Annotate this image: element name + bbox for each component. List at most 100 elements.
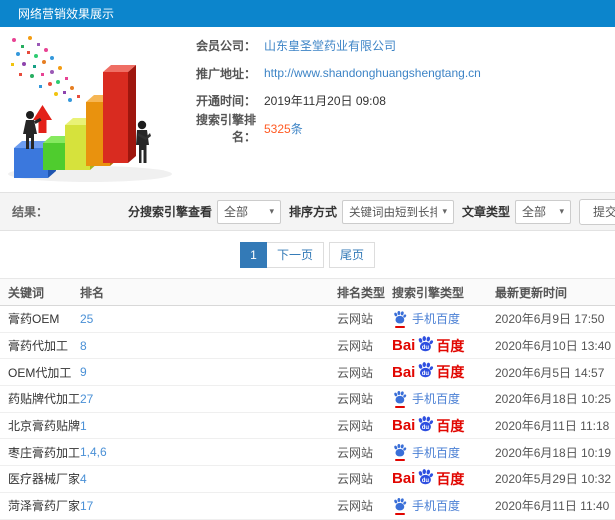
rank-type-cell: 云网站 [337,339,374,354]
engine-label: 手机百度 [412,312,461,327]
filter-bar: 结果： 分搜索引擎查看 全部 ▾ 排序方式 关键词由短到长排序 ▾ 文章类型 全… [0,192,615,231]
engine-rank-value: 5325条 [264,120,303,137]
company-info-list: 会员公司： 山东皇圣堂药业有限公司 推广地址： http://www.shand… [176,27,615,144]
keyword-cell: 北京膏药贴牌 [8,419,81,434]
table-row: OEM代加工 9 云网站 Bai du 百度 2020年6月5日 14:57 [0,359,615,387]
baidu-paw-icon: du [419,335,434,351]
baidu-paw-icon [392,390,407,408]
rank-link[interactable]: 27 [80,392,93,406]
engine-filter-label: 分搜索引擎查看 [127,205,212,219]
baidu-logo-text: Bai [392,417,416,435]
baidu-paw-icon: du [419,415,434,431]
keyword-cell: 药贴牌代加工 [8,392,81,407]
baidu-paw-icon [392,310,407,328]
rank-link[interactable]: 1 [80,419,87,433]
table-row: 北京膏药贴牌 1 云网站 Bai du 百度 2020年6月11日 11:18 [0,412,615,440]
rank-link[interactable]: 1,4,6 [80,445,107,459]
caret-down-icon: ▾ [269,206,274,216]
sort-filter-select[interactable]: 关键词由短到长排序 ▾ [341,199,454,224]
keyword-cell: 膏药OEM [8,312,60,327]
rank-link[interactable]: 4 [80,472,87,486]
updated-cell: 2020年6月10日 13:40 [495,339,612,354]
mobile-baidu-badge[interactable]: 手机百度 [392,310,460,328]
baidu-logo-text: Bai [392,337,416,355]
col-updated: 最新更新时间 [495,285,568,300]
keyword-cell: 膏药代加工 [8,339,69,354]
baidu-paw-icon [392,497,407,515]
page-title: 网络营销效果展示 [18,7,115,21]
article-type-value: 全部 [522,205,547,219]
baidu-logo-text: Bai [392,363,416,381]
rank-link[interactable]: 25 [80,312,93,326]
mobile-baidu-badge[interactable]: 手机百度 [392,497,460,515]
baidu-badge[interactable]: Bai du 百度 [392,469,464,489]
svg-text:du: du [422,371,430,377]
table-header-row: 关键词 排名 排名类型 搜索引擎类型 最新更新时间 [0,278,615,306]
baidu-logo-text: Bai [392,470,416,488]
baidu-paw-icon [392,443,407,462]
pagination: 1 下一页 尾页 [0,231,615,278]
bar-red [103,65,136,163]
engine-filter-select[interactable]: 全部 ▾ [216,199,281,224]
updated-cell: 2020年6月11日 11:40 [495,499,610,514]
baidu-paw-icon: du [419,362,434,378]
member-company-link[interactable]: 山东皇圣堂药业有限公司 [264,37,396,54]
table-row: 医疗器械厂家 4 云网站 Bai du 百度 2020年5月29日 10:32 [0,466,615,493]
mobile-baidu-badge[interactable]: 手机百度 [392,443,461,462]
table-row: 膏药代加工 8 云网站 Bai du 百度 2020年6月10日 13:40 [0,332,615,360]
filter-controls: 分搜索引擎查看 全部 ▾ 排序方式 关键词由短到长排序 ▾ 文章类型 全部 ▾ … [120,198,615,225]
article-type-label: 文章类型 [461,205,510,219]
table-row: 药贴牌代加工 27 云网站 手机百度 2020年6月18日 10:25 [0,386,615,413]
rank-type-cell: 云网站 [337,392,374,407]
baidu-badge[interactable]: Bai du 百度 [392,415,465,436]
member-company-row: 会员公司： 山东皇圣堂药业有限公司 [176,32,615,60]
rank-type-cell: 云网站 [337,472,374,487]
rank-link[interactable]: 8 [80,339,87,353]
mobile-baidu-badge[interactable]: 手机百度 [392,390,460,408]
keyword-cell: 枣庄膏药加工 [8,445,81,460]
last-page-button[interactable]: 尾页 [329,241,376,268]
engine-label: 手机百度 [412,499,461,514]
baidu-logo-name: 百度 [436,364,465,381]
sort-filter-value: 关键词由短到长排序 [348,206,438,219]
keyword-rank-table: 关键词 排名 排名类型 搜索引擎类型 最新更新时间 膏药OEM 25 云网站 手… [0,278,615,520]
engine-filter-value: 全部 [223,205,248,219]
col-keyword: 关键词 [8,285,45,300]
rank-unit: 条 [290,121,303,136]
baidu-badge[interactable]: Bai du 百度 [392,335,465,356]
svg-text:du: du [422,478,430,484]
baidu-logo-name: 百度 [436,417,465,434]
col-rank: 排名 [80,285,105,300]
baidu-logo-name: 百度 [436,337,465,354]
company-info-section: 会员公司： 山东皇圣堂药业有限公司 推广地址： http://www.shand… [0,27,615,192]
table-row: 膏药OEM 25 云网站 手机百度 2020年6月9日 17:50 [0,306,615,333]
next-page-button[interactable]: 下一页 [266,241,324,268]
updated-cell: 2020年6月9日 17:50 [495,312,605,327]
result-label: 结果： [12,205,49,219]
page-1-button[interactable]: 1 [239,241,267,268]
rank-link[interactable]: 9 [80,365,87,379]
col-engine-type: 搜索引擎类型 [392,285,465,300]
table-row: 枣庄膏药加工 1,4,6 云网站 手机百度 2020年6月18日 10:19 [0,439,615,467]
rank-count: 5325 [264,121,291,136]
keyword-cell: OEM代加工 [8,365,72,380]
engine-label: 手机百度 [412,445,461,460]
baidu-badge[interactable]: Bai du 百度 [392,362,464,382]
updated-cell: 2020年6月18日 10:25 [495,392,612,407]
article-type-select[interactable]: 全部 ▾ [515,199,571,224]
svg-text:du: du [422,425,430,431]
open-time-value: 2019年11月20日 09:08 [264,94,386,109]
rank-type-cell: 云网站 [337,445,374,460]
baidu-paw-icon: du [419,469,434,485]
businessman-right [136,120,151,163]
updated-cell: 2020年6月11日 11:18 [495,419,610,434]
baidu-logo-name: 百度 [436,470,465,487]
col-rank-type: 排名类型 [337,285,386,300]
updated-cell: 2020年6月18日 10:19 [495,445,612,460]
promo-url-row: 推广地址： http://www.shandonghuangshengtang.… [176,60,615,88]
rank-link[interactable]: 17 [80,499,93,513]
promo-url-link[interactable]: http://www.shandonghuangshengtang.cn [264,66,481,80]
sort-filter-label: 排序方式 [288,205,337,219]
rank-type-cell: 云网站 [337,365,374,380]
submit-button[interactable]: 提交 [579,198,615,225]
